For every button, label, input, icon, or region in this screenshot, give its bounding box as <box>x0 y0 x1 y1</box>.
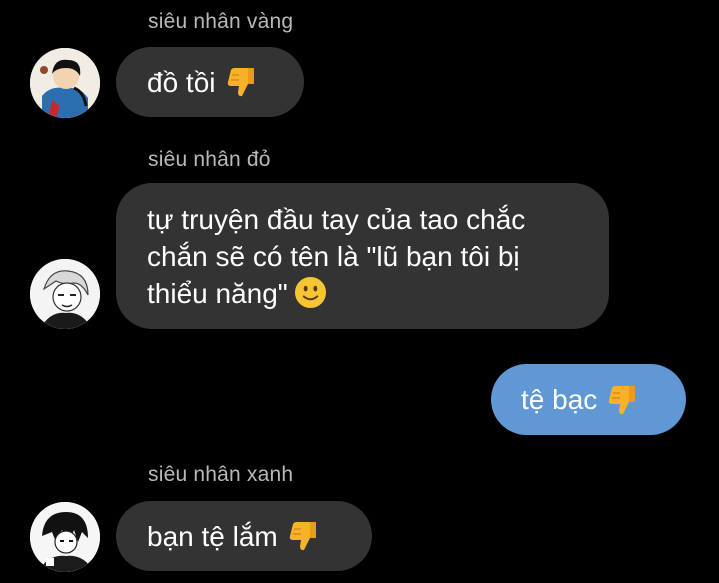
sender-name: siêu nhân vàng <box>148 10 294 33</box>
thumbs-down-icon <box>227 68 254 97</box>
message-bubble[interactable]: tự truyện đầu tay của tao chắc chắn sẽ c… <box>116 183 609 329</box>
chat-thread: siêu nhân vàng đồ tồi siêu nhân đỏ tự tr… <box>0 0 719 583</box>
message-bubble[interactable]: đồ tồi <box>116 47 304 117</box>
thumbs-down-icon <box>289 522 316 551</box>
user-avatar[interactable] <box>30 259 100 329</box>
user-avatar[interactable] <box>30 502 100 572</box>
user-avatar[interactable] <box>30 48 100 118</box>
message-bubble-outgoing[interactable]: tệ bạc <box>491 364 686 435</box>
message-text: tệ bạc <box>521 384 598 415</box>
message-text: bạn tệ lắm <box>147 520 278 552</box>
message-bubble[interactable]: bạn tệ lắm <box>116 501 372 571</box>
thumbs-down-icon <box>609 385 636 414</box>
message-text: đồ tồi <box>147 66 216 98</box>
message-line: tự truyện đầu tay của tao chắc <box>147 203 526 235</box>
sender-name: siêu nhân đỏ <box>148 148 271 171</box>
message-line: thiểu năng" <box>147 277 288 309</box>
sender-name: siêu nhân xanh <box>148 463 294 486</box>
avatar-illustration-icon <box>30 48 100 118</box>
message-line: chắn sẽ có tên là "lũ bạn tôi bị <box>147 240 520 272</box>
avatar-illustration-icon <box>30 259 100 329</box>
slightly-smiling-face-icon <box>294 276 326 308</box>
avatar-illustration-icon <box>30 502 100 572</box>
